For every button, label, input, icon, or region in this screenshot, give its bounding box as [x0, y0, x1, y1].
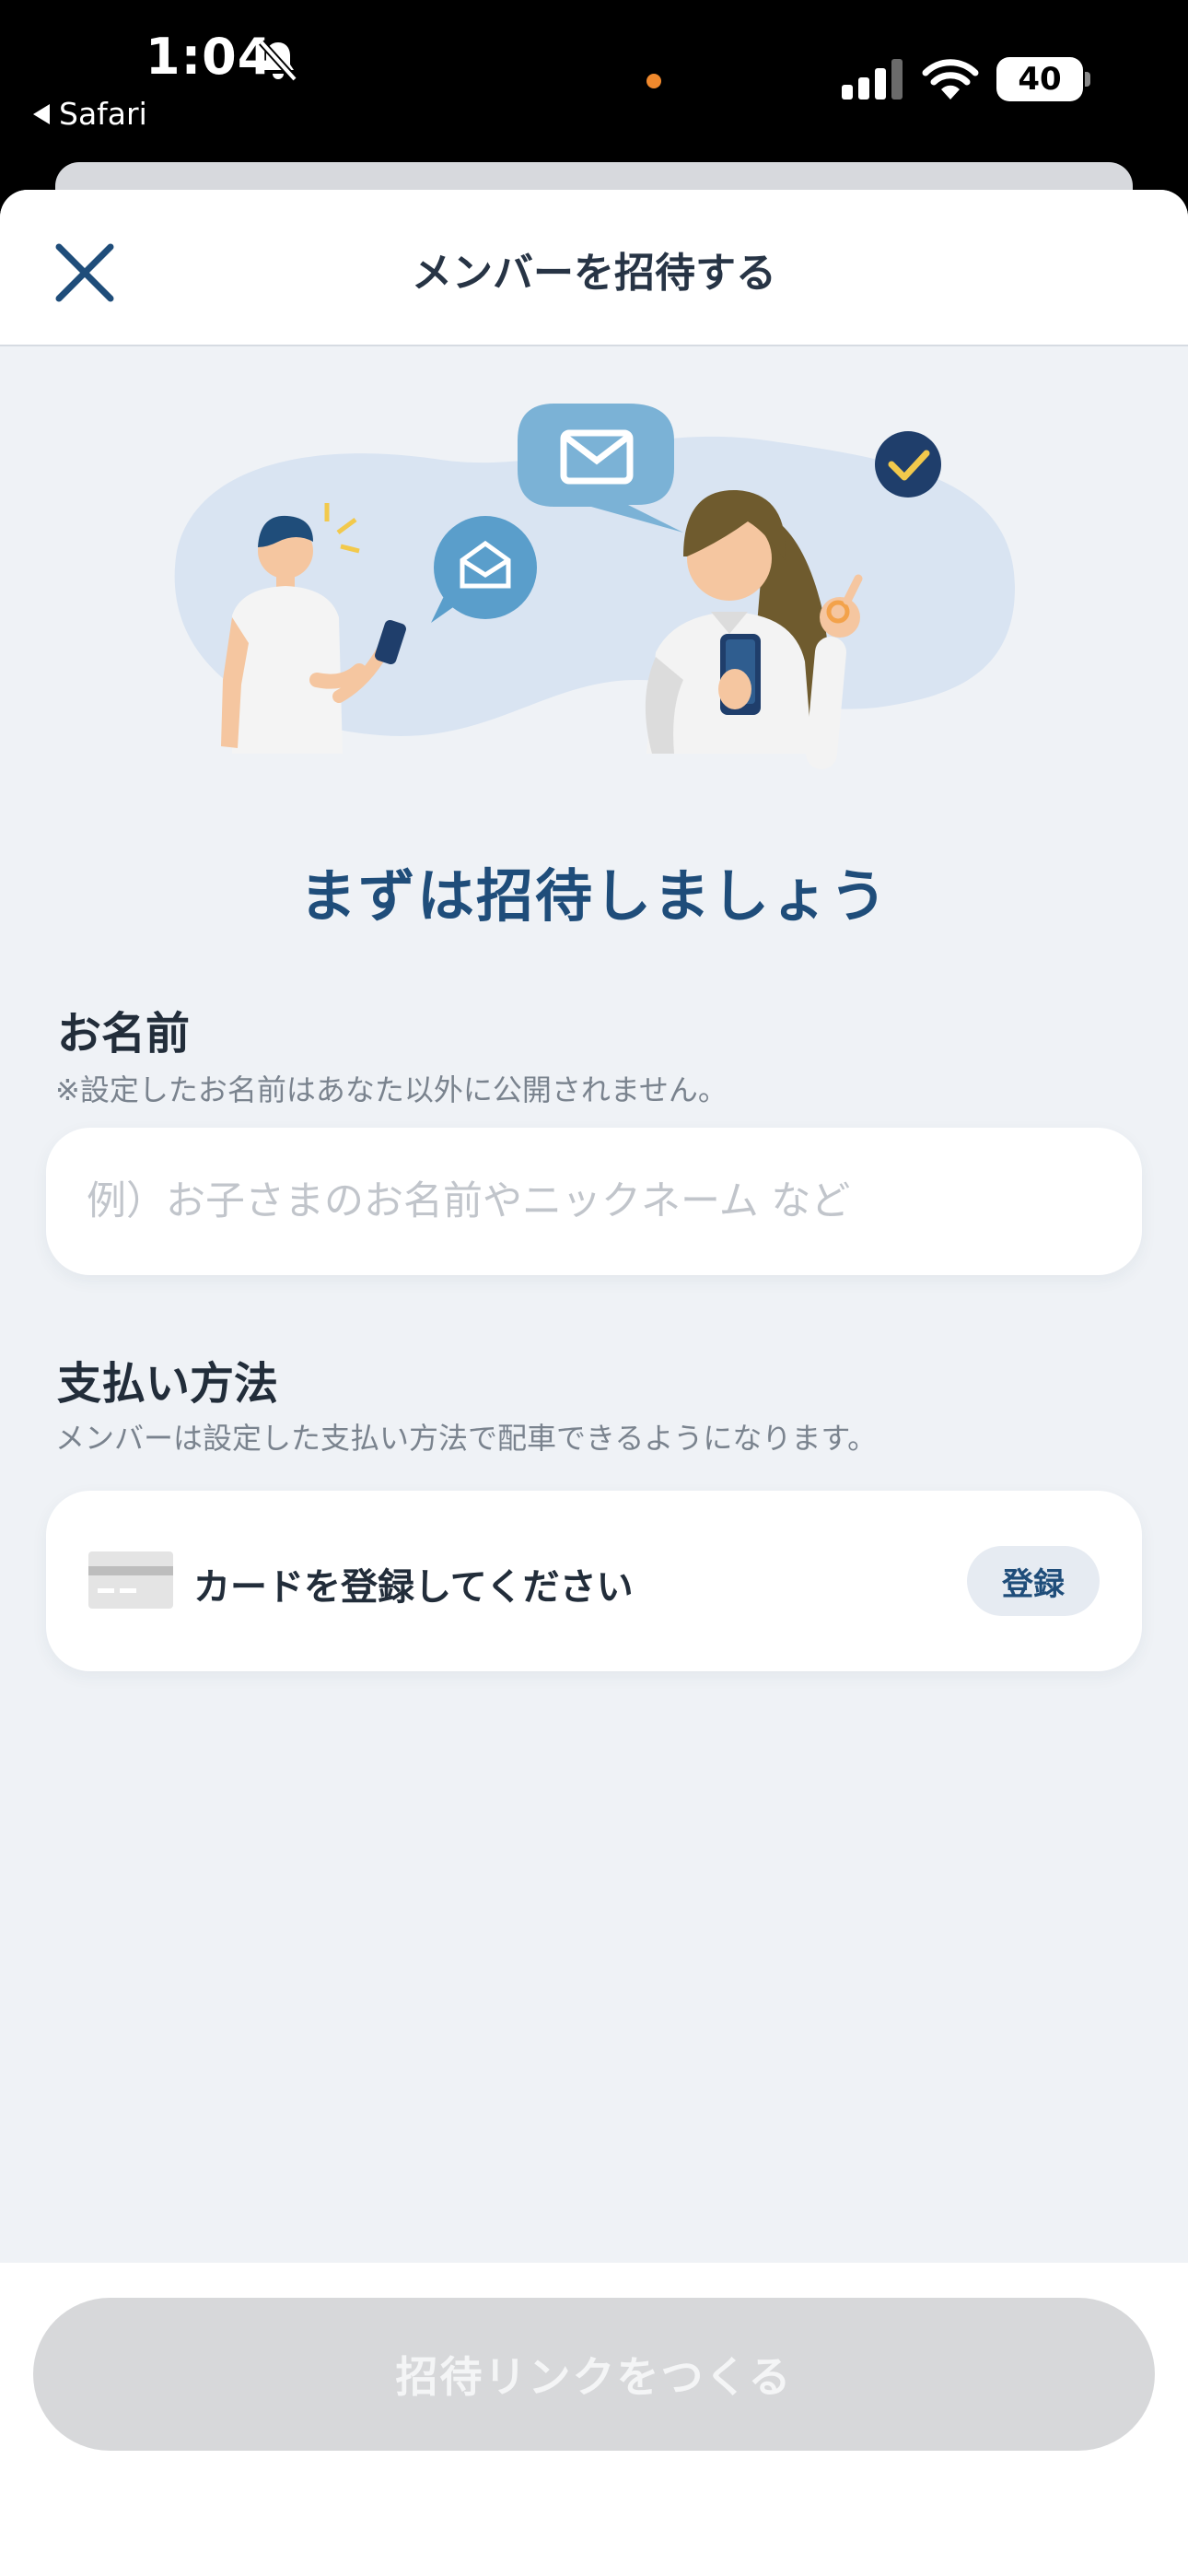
wifi-icon [922, 59, 979, 100]
recording-indicator-dot [646, 74, 661, 88]
payment-card-row[interactable]: カードを登録してください 登録 [46, 1491, 1142, 1671]
page-title: メンバーを招待する [412, 250, 776, 297]
credit-card-icon [88, 1551, 173, 1609]
back-to-app-link[interactable]: Safari [33, 96, 147, 132]
name-note: ※設定したお名前はあなた以外に公開されません。 [55, 1072, 728, 1107]
payment-label: 支払い方法 [57, 1358, 279, 1410]
back-app-label: Safari [59, 96, 147, 132]
cellular-signal-icon [842, 59, 903, 100]
battery-nub [1085, 72, 1090, 87]
name-label: お名前 [57, 1008, 191, 1060]
create-invite-link-button[interactable]: 招待リンクをつくる [33, 2298, 1155, 2451]
back-triangle-icon [33, 103, 50, 124]
payment-note: メンバーは設定した支払い方法で配車できるようになります。 [55, 1421, 878, 1456]
battery-level: 40 [1018, 61, 1062, 98]
card-prompt-text: カードを登録してください [193, 1566, 634, 1609]
status-bar: 1:04 Safari 40 [0, 0, 1188, 184]
footer-bar: 招待リンクをつくる [0, 2263, 1188, 2576]
headline: まずは招待しましょう [298, 862, 889, 930]
battery-indicator: 40 [996, 57, 1083, 101]
register-card-button[interactable]: 登録 [967, 1546, 1100, 1616]
invite-member-sheet: メンバーを招待する まずは招待しましょう お名前 ※設定したお名前はあなた以外に… [0, 190, 1188, 2576]
invite-illustration [174, 404, 1015, 769]
name-input[interactable] [46, 1128, 1142, 1275]
bell-muted-icon [259, 40, 297, 82]
sheet-header: メンバーを招待する [0, 190, 1188, 346]
